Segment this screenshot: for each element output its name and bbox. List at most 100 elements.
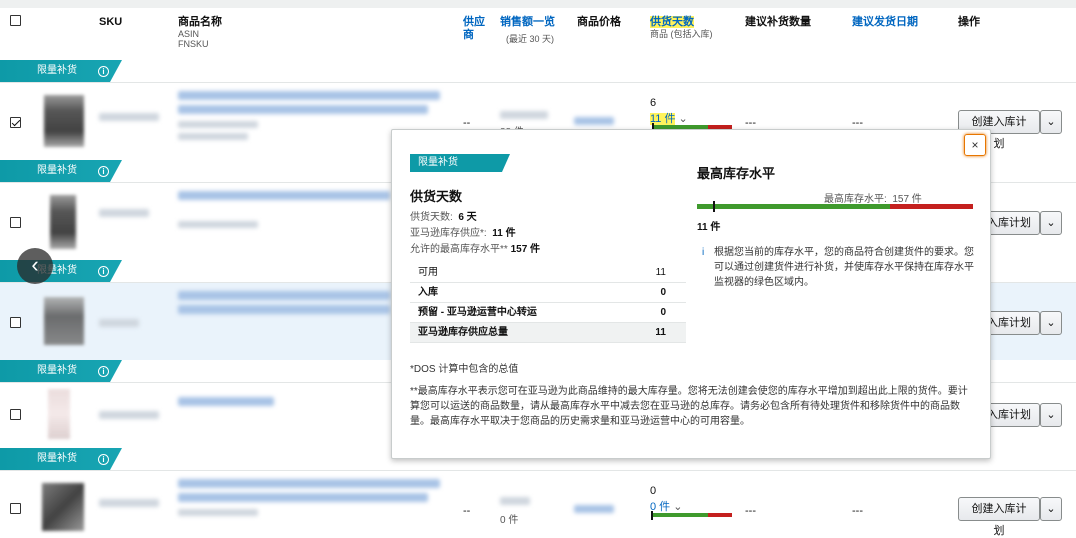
- header-product-name-label[interactable]: 商品名称: [178, 16, 222, 29]
- row-5-banner-label: 限量补货: [37, 453, 77, 464]
- days-supply-dropdown[interactable]: 11 件 ⌄: [650, 110, 688, 126]
- info-icon[interactable]: i: [98, 166, 109, 177]
- product-title-link-2[interactable]: [178, 305, 390, 314]
- supply-table: 可用 11 入库 0 预留 - 亚马逊运营中心转运 0 亚马逊库存供应总量 11: [410, 263, 686, 343]
- row-checkbox[interactable]: [10, 317, 21, 328]
- supply-table-row: 亚马逊库存供应总量 11: [410, 323, 686, 343]
- product-title-link-2[interactable]: [178, 493, 428, 502]
- supply-table-row: 入库 0: [410, 283, 686, 303]
- chevron-down-icon: ⌄: [1046, 409, 1056, 421]
- header-asin: ASIN: [178, 29, 200, 39]
- level-bar: [697, 204, 973, 209]
- create-inbound-plan-button[interactable]: 创建入库计划: [958, 497, 1040, 537]
- product-title-link-2[interactable]: [178, 105, 428, 114]
- chevron-down-icon: ⌄: [1046, 217, 1056, 229]
- header-suggest-qty[interactable]: 建议补货数量: [745, 16, 811, 29]
- product-title-link[interactable]: [178, 291, 390, 300]
- current-level-label: 11 件: [697, 222, 721, 233]
- price-link[interactable]: [574, 117, 614, 125]
- level-bar-red: [890, 204, 973, 209]
- header-price[interactable]: 商品价格: [577, 16, 621, 29]
- row-1-banner-label: 限量补货: [37, 65, 77, 76]
- sku-text: [99, 499, 159, 507]
- asin-text: [178, 121, 258, 128]
- inventory-page: SKU 商品名称 ASIN FNSKU 供应商 销售额一览 (最近 30 天) …: [0, 0, 1076, 538]
- row-4-banner-label: 限量补货: [37, 365, 77, 376]
- header-fnsku: FNSKU: [178, 39, 209, 49]
- popover-badge: 限量补货: [410, 154, 510, 172]
- action-dropdown-button[interactable]: ⌄: [1040, 211, 1062, 235]
- action-dropdown-button[interactable]: ⌄: [1040, 110, 1062, 134]
- row-label: 可用: [418, 267, 438, 278]
- row-checkbox[interactable]: [10, 409, 21, 420]
- close-button[interactable]: ×: [964, 134, 986, 156]
- chevron-down-icon: ⌄: [1046, 503, 1056, 515]
- chevron-down-icon: ⌄: [678, 113, 688, 125]
- info-icon[interactable]: i: [98, 266, 109, 277]
- days-supply-dropdown[interactable]: 0 件 ⌄: [650, 498, 682, 514]
- price-link[interactable]: [574, 505, 614, 513]
- row-value: 11: [655, 267, 666, 278]
- supply-value: --: [463, 117, 471, 129]
- days-supply-value: 6: [650, 97, 657, 109]
- inventory-bar: [652, 513, 732, 517]
- fnsku-text: [178, 133, 248, 140]
- level-info-text: 根据您当前的库存水平，您的商品符合创建货件的要求。您可以通过创建货件进行补货，并…: [714, 247, 974, 288]
- action-dropdown-button[interactable]: ⌄: [1040, 311, 1062, 335]
- days-supply-popover: × 限量补货 供货天数 供货天数: 6 天 亚马逊库存供应*: 11 件 允许的…: [391, 129, 991, 459]
- row-value: 0: [660, 287, 666, 298]
- max-level-caption: 最高库存水平: 157 件: [824, 190, 922, 205]
- supply-value: --: [463, 505, 471, 517]
- row-label: 亚马逊库存供应总量: [418, 327, 508, 338]
- chevron-down-icon: ⌄: [1046, 116, 1056, 128]
- supply-table-row: 可用 11: [410, 263, 686, 283]
- row-4-banner: 限量补货 i: [0, 360, 122, 382]
- inventory-bar-marker: [651, 511, 653, 520]
- sku-text: [99, 411, 159, 419]
- header-sales: 销售额一览 (最近 30 天): [500, 16, 555, 44]
- header-ship-date[interactable]: 建议发货日期: [852, 16, 918, 29]
- max-value: 157 件: [510, 244, 541, 255]
- select-all-checkbox[interactable]: [10, 15, 21, 26]
- sales-units: 0 件: [500, 515, 519, 526]
- row-value: 0: [660, 307, 666, 318]
- suggest-qty-value: ---: [745, 505, 756, 517]
- action-dropdown-button[interactable]: ⌄: [1040, 403, 1062, 427]
- sku-text: [99, 319, 139, 327]
- header-product-name: 商品名称 ASIN FNSKU: [178, 16, 222, 49]
- info-icon[interactable]: i: [98, 366, 109, 377]
- footnote-1: *DOS 计算中包含的总值: [410, 364, 519, 375]
- header-supply[interactable]: 供应商: [463, 16, 487, 42]
- carousel-prev-button[interactable]: ‹: [17, 248, 53, 284]
- header-days-supply-label[interactable]: 供货天数: [650, 16, 694, 28]
- header-days-supply: 供货天数 商品 (包括入库): [650, 16, 713, 39]
- header-days-sub: 商品 (包括入库): [650, 29, 713, 39]
- supply-label: 亚马逊库存供应*:: [410, 228, 487, 239]
- top-strip: [0, 0, 1076, 8]
- header-sku[interactable]: SKU: [99, 16, 122, 29]
- row-checkbox[interactable]: [10, 117, 21, 128]
- header-sales-label[interactable]: 销售额一览: [500, 16, 555, 29]
- product-image[interactable]: [50, 195, 76, 249]
- product-title-link[interactable]: [178, 191, 390, 200]
- supply-value: 11 件: [492, 228, 516, 239]
- product-title-link[interactable]: [178, 397, 274, 406]
- product-image[interactable]: [44, 297, 84, 345]
- action-dropdown-button[interactable]: ⌄: [1040, 497, 1062, 521]
- product-image[interactable]: [48, 389, 70, 439]
- product-image[interactable]: [44, 95, 84, 147]
- info-icon[interactable]: i: [98, 66, 109, 77]
- product-image[interactable]: [42, 483, 84, 531]
- product-title-link[interactable]: [178, 479, 440, 488]
- row-checkbox[interactable]: [10, 217, 21, 228]
- product-title-link[interactable]: [178, 91, 440, 100]
- max-label: 允许的最高库存水平**: [410, 244, 508, 255]
- row-checkbox[interactable]: [10, 503, 21, 514]
- asin-text: [178, 509, 258, 516]
- header-sales-sub: (最近 30 天): [506, 34, 555, 44]
- popover-supply-line: 亚马逊库存供应*: 11 件: [410, 224, 516, 239]
- row-2-banner: 限量补货 i: [0, 160, 122, 182]
- asin-text: [178, 221, 258, 228]
- sales-amount: [500, 111, 548, 119]
- info-icon[interactable]: i: [98, 454, 109, 465]
